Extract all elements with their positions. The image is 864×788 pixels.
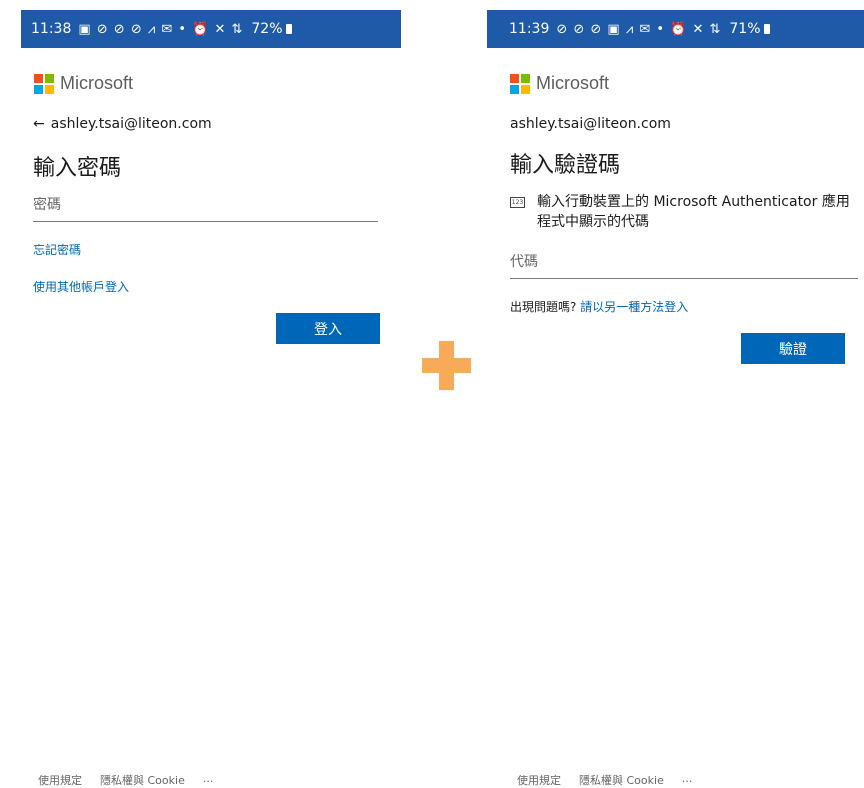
verify-button[interactable]: 驗證 bbox=[741, 333, 845, 364]
microsoft-logo: Microsoft bbox=[34, 73, 133, 94]
trouble-row: 出現問題嗎? 請以另一種方法登入 bbox=[510, 298, 688, 315]
page-title: 輸入密碼 bbox=[33, 156, 122, 181]
code-input[interactable] bbox=[510, 254, 858, 279]
account-identity: ashley.tsai@liteon.com bbox=[510, 116, 671, 132]
trouble-text: 出現問題嗎? bbox=[510, 300, 577, 314]
page-title: 輸入驗證碼 bbox=[510, 153, 621, 178]
microsoft-logo-icon bbox=[34, 73, 54, 94]
status-icons: ▣ ⊘ ⊘ ⊘ ⩘ ✉ • ⏰ ✕ ⇅ bbox=[78, 21, 244, 37]
battery-percent: 72% bbox=[251, 21, 283, 37]
forgot-password-link[interactable]: 忘記密碼 bbox=[33, 241, 81, 258]
footer: 使用規定 隱私權與 Cookie ... bbox=[38, 772, 213, 788]
battery-icon bbox=[285, 24, 292, 34]
verification-screen: 11:39 ⊘ ⊘ ⊘ ▣ ⩘ ✉ • ⏰ ✕ ⇅ 71% Microsoft … bbox=[487, 0, 864, 788]
more-options-button[interactable]: ... bbox=[203, 772, 214, 788]
authenticator-instruction: 123 輸入行動裝置上的 Microsoft Authenticator 應用程… bbox=[510, 192, 855, 232]
alt-signin-link[interactable]: 請以另一種方法登入 bbox=[580, 300, 688, 314]
password-input[interactable] bbox=[33, 197, 378, 222]
password-screen: 11:38 ▣ ⊘ ⊘ ⊘ ⩘ ✉ • ⏰ ✕ ⇅ 72% Microsoft … bbox=[0, 0, 420, 788]
status-icons: ⊘ ⊘ ⊘ ▣ ⩘ ✉ • ⏰ ✕ ⇅ bbox=[556, 21, 722, 37]
privacy-link[interactable]: 隱私權與 Cookie bbox=[579, 772, 664, 788]
logo-text: Microsoft bbox=[536, 73, 610, 93]
footer: 使用規定 隱私權與 Cookie ... bbox=[517, 772, 692, 788]
status-time: 11:39 bbox=[509, 21, 550, 37]
numeric-code-icon: 123 bbox=[510, 197, 525, 208]
terms-link[interactable]: 使用規定 bbox=[517, 772, 561, 788]
account-identity: ← ashley.tsai@liteon.com bbox=[33, 116, 212, 132]
signin-button[interactable]: 登入 bbox=[276, 313, 380, 344]
more-options-button[interactable]: ... bbox=[682, 772, 693, 788]
back-arrow-icon[interactable]: ← bbox=[33, 116, 45, 132]
other-account-link[interactable]: 使用其他帳戶登入 bbox=[33, 278, 129, 295]
account-email: ashley.tsai@liteon.com bbox=[50, 116, 212, 132]
plus-icon bbox=[422, 341, 471, 390]
battery-percent: 71% bbox=[729, 21, 761, 37]
status-bar: 11:39 ⊘ ⊘ ⊘ ▣ ⩘ ✉ • ⏰ ✕ ⇅ 71% bbox=[487, 10, 864, 48]
status-bar: 11:38 ▣ ⊘ ⊘ ⊘ ⩘ ✉ • ⏰ ✕ ⇅ 72% bbox=[21, 10, 401, 48]
instruction-text: 輸入行動裝置上的 Microsoft Authenticator 應用程式中顯示… bbox=[537, 194, 850, 230]
microsoft-logo-icon bbox=[510, 73, 530, 94]
account-email: ashley.tsai@liteon.com bbox=[510, 116, 671, 132]
microsoft-logo: Microsoft bbox=[510, 73, 609, 94]
terms-link[interactable]: 使用規定 bbox=[38, 772, 82, 788]
logo-text: Microsoft bbox=[60, 73, 134, 93]
battery-icon bbox=[763, 24, 770, 34]
status-time: 11:38 bbox=[31, 21, 72, 37]
privacy-link[interactable]: 隱私權與 Cookie bbox=[100, 772, 185, 788]
